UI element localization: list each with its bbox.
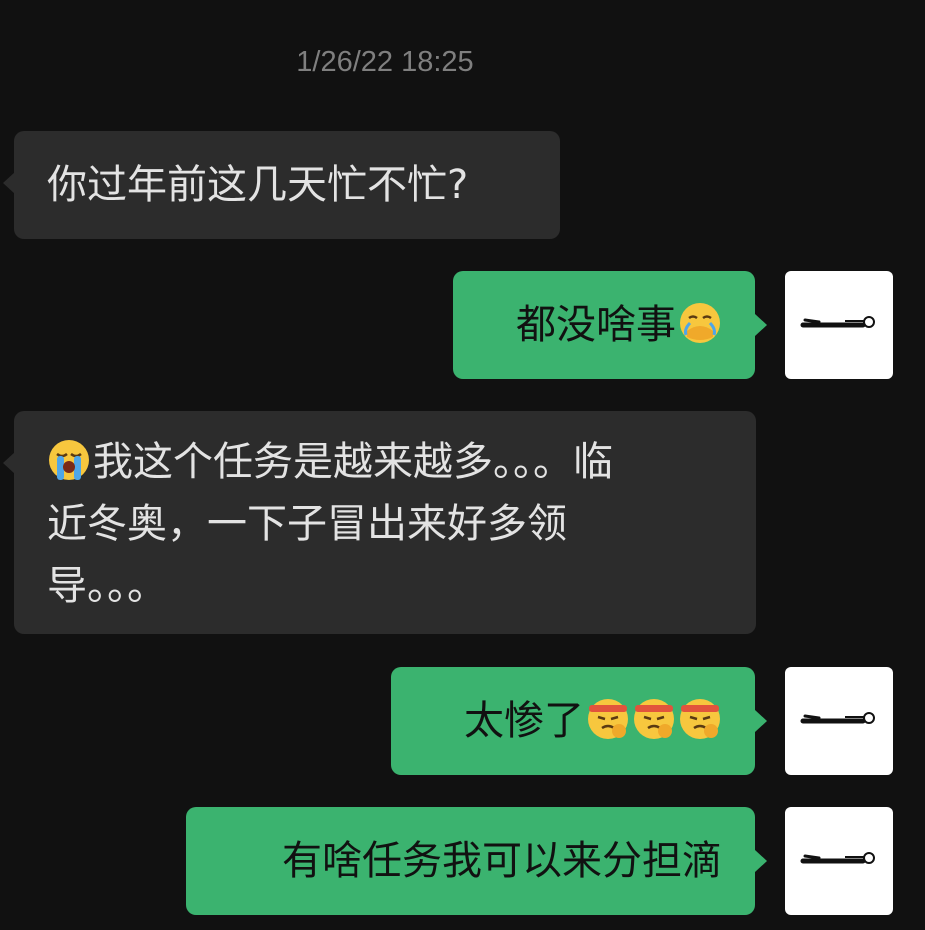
headband-punch-face-icon [632, 697, 676, 741]
avatar[interactable] [785, 667, 893, 775]
avatar[interactable] [785, 807, 893, 915]
stick-figure-lying-icon [785, 807, 893, 915]
face-in-hand-crying-icon [678, 301, 722, 345]
outgoing-message-bubble[interactable]: 有啥任务我可以来分担滴 [186, 807, 755, 915]
message-line: 近冬奥，一下子冒出来好多领 [47, 501, 567, 547]
message-text: 太惨了 [464, 698, 584, 744]
outgoing-message-bubble[interactable]: 都没啥事 [453, 271, 755, 379]
incoming-message-bubble[interactable]: 我这个任务是越来越多。。。临 近冬奥，一下子冒出来好多领 导。。。 [14, 411, 756, 634]
outgoing-message-bubble[interactable]: 太惨了 [391, 667, 755, 775]
avatar[interactable] [785, 271, 893, 379]
incoming-message-bubble[interactable]: 你过年前这几天忙不忙? [14, 131, 560, 239]
message-line: 我这个任务是越来越多。。。临 [47, 431, 723, 493]
bubble-tail [755, 850, 767, 872]
stick-figure-lying-icon [785, 271, 893, 379]
bubble-tail [755, 314, 767, 336]
headband-punch-face-icon [586, 697, 630, 741]
message-line: 导。。。 [47, 563, 167, 609]
message-text: 都没啥事 [516, 302, 676, 348]
message-text: 你过年前这几天忙不忙? [47, 162, 469, 208]
headband-punch-face-icon [678, 697, 722, 741]
chat-timestamp: 1/26/22 18:25 [296, 46, 474, 78]
bubble-tail [755, 710, 767, 732]
message-text: 有啥任务我可以来分担滴 [282, 838, 722, 884]
stick-figure-lying-icon [785, 667, 893, 775]
message-text: 我这个任务是越来越多。。。临 [93, 439, 613, 485]
loudly-crying-face-icon [47, 438, 91, 482]
